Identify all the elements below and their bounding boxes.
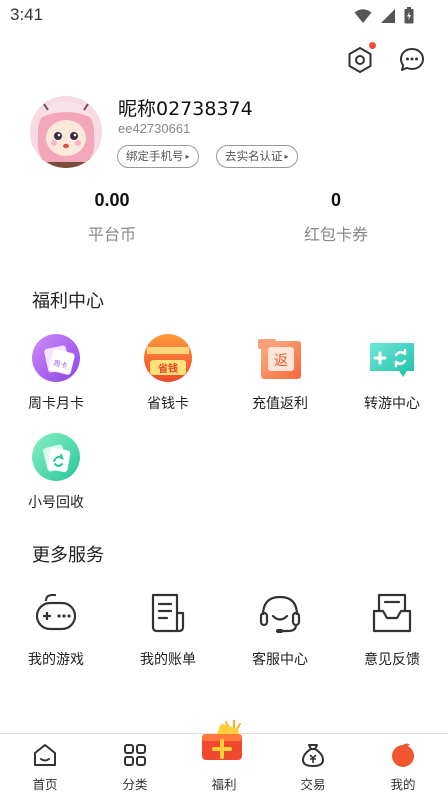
coupon-stat[interactable]: 0 红包卡券 <box>256 190 416 245</box>
transfer-game-icon <box>367 333 417 383</box>
transfer-game-label: 转游中心 <box>364 396 420 412</box>
my-bills-item[interactable]: 我的账单 <box>112 589 224 669</box>
feedback-item[interactable]: 意见反馈 <box>336 589 448 669</box>
welfare-gift-icon <box>202 720 242 760</box>
bind-phone-button[interactable]: 绑定手机号 ▸ <box>117 145 199 168</box>
services-section-title: 更多服务 <box>32 545 104 566</box>
weekly-monthly-card-icon: 周卡 <box>31 333 81 383</box>
recharge-rebate-item[interactable]: 返 充值返利 <box>224 333 336 413</box>
top-actions <box>344 42 428 76</box>
customer-service-label: 客服中心 <box>252 652 308 668</box>
tab-category-label: 分类 <box>122 777 148 792</box>
my-bills-label: 我的账单 <box>140 652 196 668</box>
feedback-inbox-icon <box>367 589 417 639</box>
stats-section: 0.00 平台币 0 红包卡券 <box>0 190 448 250</box>
avatar[interactable] <box>30 96 102 168</box>
platform-coin-value: 0.00 <box>94 190 130 210</box>
tab-trade-label: 交易 <box>300 777 326 792</box>
avatar-image <box>30 96 102 168</box>
real-name-verify-button[interactable]: 去实名认证 ▸ <box>216 145 298 168</box>
tab-mine-label: 我的 <box>390 777 416 792</box>
svg-text:省钱: 省钱 <box>157 362 178 375</box>
bind-phone-label: 绑定手机号 <box>126 149 184 163</box>
nickname: 昵称02738374 <box>118 98 253 120</box>
customer-service-item[interactable]: 客服中心 <box>224 589 336 669</box>
gamepad-icon <box>31 589 81 639</box>
home-icon <box>34 744 56 766</box>
profile-section: 昵称02738374 ee42730661 绑定手机号 ▸ 去实名认证 ▸ <box>30 92 430 172</box>
real-name-label: 去实名认证 <box>225 149 283 163</box>
platform-coin-label: 平台币 <box>87 225 136 244</box>
transfer-game-item[interactable]: 转游中心 <box>336 333 448 413</box>
account-recycle-icon <box>31 432 81 482</box>
caret-right-icon: ▸ <box>284 152 289 161</box>
bottom-tab-bar: 首页 分类 福利 交易 我的 <box>0 720 448 796</box>
status-bar: 3:41 <box>0 0 448 32</box>
saving-card-label: 省钱卡 <box>147 396 189 412</box>
category-icon <box>124 744 146 766</box>
bill-icon <box>143 589 193 639</box>
messages-button[interactable] <box>396 44 428 76</box>
tab-trade[interactable]: 交易 <box>268 742 358 793</box>
account-recycle-item[interactable]: 小号回收 <box>0 432 112 512</box>
saving-card-item[interactable]: 省钱 省钱卡 <box>112 333 224 413</box>
tab-home-label: 首页 <box>32 777 58 792</box>
chat-bubble-icon <box>400 48 424 71</box>
welfare-section-title: 福利中心 <box>32 291 104 312</box>
coupon-label: 红包卡券 <box>303 225 368 244</box>
recharge-rebate-label: 充值返利 <box>252 396 308 412</box>
tab-mine[interactable]: 我的 <box>358 742 448 793</box>
notification-dot <box>369 42 376 49</box>
tab-welfare-label: 福利 <box>211 777 237 792</box>
profile-orange-icon <box>392 743 414 767</box>
status-time: 3:41 <box>10 5 44 24</box>
user-id: ee42730661 <box>118 121 191 136</box>
battery-icon <box>404 7 414 24</box>
weekly-monthly-card-item[interactable]: 周卡 周卡月卡 <box>0 333 112 413</box>
weekly-monthly-card-label: 周卡月卡 <box>28 396 84 412</box>
caret-right-icon: ▸ <box>185 152 190 161</box>
cellular-signal-icon <box>381 8 395 23</box>
settings-hexagon-icon <box>348 47 372 73</box>
recharge-rebate-icon: 返 <box>255 333 305 383</box>
my-games-label: 我的游戏 <box>28 652 84 668</box>
wifi-icon <box>354 8 372 23</box>
tab-home[interactable]: 首页 <box>0 742 90 793</box>
platform-coin-stat[interactable]: 0.00 平台币 <box>32 190 192 245</box>
tab-category[interactable]: 分类 <box>90 742 180 793</box>
settings-button[interactable] <box>344 42 376 76</box>
coupon-value: 0 <box>330 190 341 210</box>
svg-text:返: 返 <box>274 353 288 369</box>
status-icons <box>354 7 414 24</box>
headset-icon <box>255 589 305 639</box>
money-bag-icon <box>302 744 324 767</box>
saving-card-icon: 省钱 <box>143 333 193 383</box>
account-recycle-label: 小号回收 <box>28 495 84 511</box>
feedback-label: 意见反馈 <box>364 652 420 668</box>
my-games-item[interactable]: 我的游戏 <box>0 589 112 669</box>
